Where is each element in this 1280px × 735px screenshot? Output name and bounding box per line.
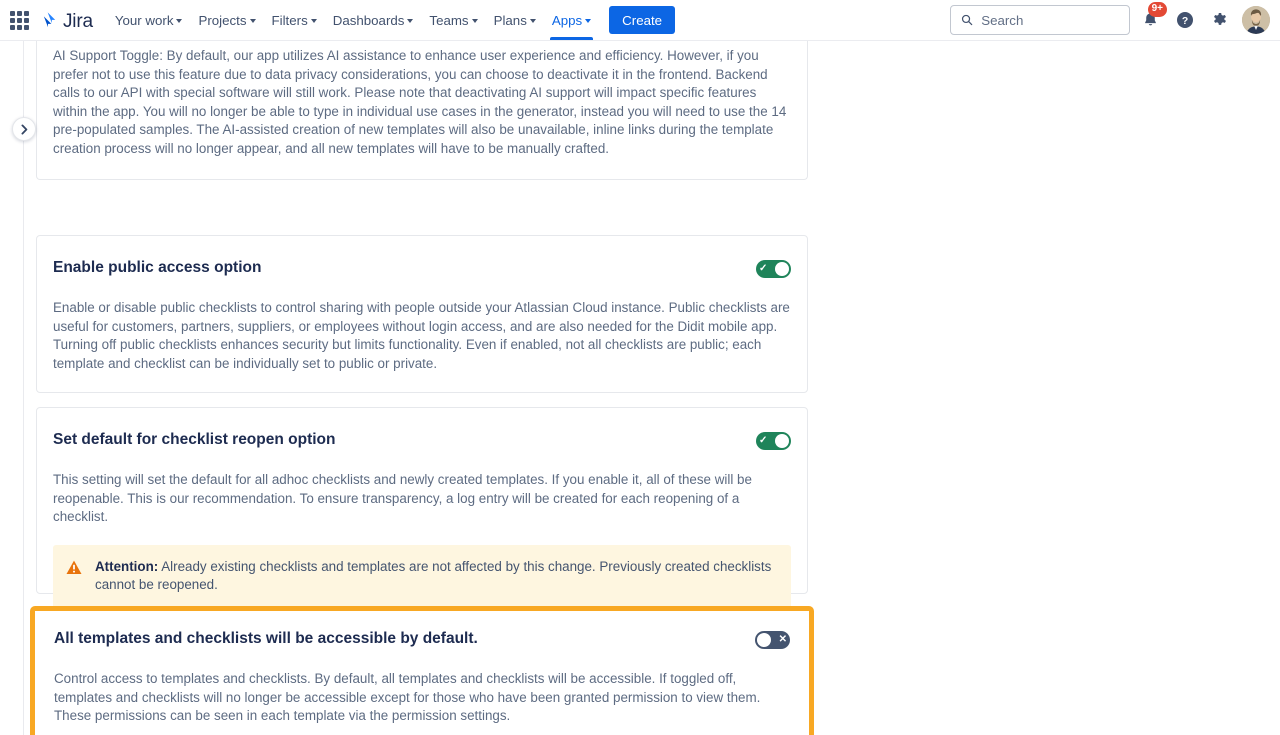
templates-accessible-toggle[interactable]: ✕: [755, 631, 790, 649]
setting-card-checklist-reopen-default: Set default for checklist reopen option …: [36, 407, 808, 609]
jira-home-logo[interactable]: Jira: [36, 10, 99, 31]
user-avatar[interactable]: [1242, 6, 1270, 34]
toggle-knob: [757, 633, 771, 647]
setting-card-enable-public-access: Enable public access option ✓ Enable or …: [36, 235, 808, 393]
jira-logo-icon: [43, 11, 56, 27]
jira-wordmark: Jira: [63, 10, 93, 32]
search-icon: [961, 14, 973, 26]
toggle-knob: [775, 434, 789, 448]
nav-item-projects[interactable]: Projects: [190, 0, 263, 40]
help-button[interactable]: ?: [1170, 5, 1200, 35]
setting-description: Enable or disable public checklists to c…: [53, 300, 790, 371]
search-input[interactable]: [981, 12, 1119, 28]
setting-card-templates-accessible-default: All templates and checklists will be acc…: [30, 606, 814, 735]
toggle-cross-glyph: ✕: [778, 634, 787, 645]
settings-button[interactable]: [1205, 5, 1235, 35]
nav-right-actions: 9+ ?: [950, 2, 1272, 35]
setting-description: This setting will set the default for al…: [53, 472, 752, 525]
nav-item-plans[interactable]: Plans: [486, 0, 544, 40]
notification-count-badge: 9+: [1147, 2, 1167, 17]
nav-item-teams[interactable]: Teams: [421, 0, 485, 40]
nav-item-label: Dashboards: [332, 12, 405, 28]
toggle-check-glyph: ✓: [759, 263, 768, 274]
collapsed-sidebar-rail: [0, 41, 24, 735]
chevron-down-icon: [529, 19, 536, 23]
enable-public-access-toggle[interactable]: ✓: [756, 260, 791, 278]
chevron-down-icon: [471, 19, 478, 23]
search-box[interactable]: [950, 5, 1130, 35]
nav-item-label: Teams: [429, 12, 469, 28]
setting-card-ai-support-toggle: AI Support Toggle: By default, our app u…: [36, 41, 808, 180]
active-tab-underline: [549, 37, 594, 40]
nav-item-your-work[interactable]: Your work: [107, 0, 191, 40]
chevron-down-icon: [585, 19, 592, 23]
settings-content-scroll-area[interactable]: AI Support Toggle: By default, our app u…: [25, 41, 1280, 735]
chevron-down-icon: [249, 19, 256, 23]
setting-title: Enable public access option: [53, 259, 262, 276]
chevron-down-icon: [310, 19, 317, 23]
notifications-button[interactable]: 9+: [1135, 2, 1167, 35]
nav-item-apps[interactable]: Apps: [544, 0, 599, 40]
primary-nav-items: Your work Projects Filters Dashboards Te…: [107, 0, 599, 40]
attention-body: Already existing checklists and template…: [95, 558, 772, 593]
nav-item-dashboards[interactable]: Dashboards: [325, 0, 422, 40]
gear-icon: [1214, 12, 1226, 25]
nav-item-label: Your work: [114, 12, 174, 28]
app-switcher-icon[interactable]: [6, 7, 32, 33]
nav-item-label: Filters: [271, 12, 308, 28]
avatar-photo: [1242, 6, 1270, 34]
svg-text:?: ?: [1182, 16, 1188, 27]
nav-item-label: Projects: [198, 12, 247, 28]
toggle-check-glyph: ✓: [759, 435, 768, 446]
top-navigation-bar: Jira Your work Projects Filters Dashboar…: [0, 0, 1280, 41]
toggle-knob: [775, 262, 789, 276]
sidebar-expand-button[interactable]: [12, 117, 36, 141]
nav-item-label: Apps: [551, 12, 583, 28]
nav-item-label: Plans: [493, 12, 527, 28]
help-circle-icon: ?: [1177, 12, 1193, 28]
attention-banner: Attention: Already existing checklists a…: [53, 544, 791, 609]
setting-title: Set default for checklist reopen option: [53, 431, 336, 448]
setting-card-header: All templates and checklists will be acc…: [54, 629, 790, 649]
create-button[interactable]: Create: [609, 6, 676, 34]
attention-text: Attention: Already existing checklists a…: [95, 558, 777, 595]
nav-item-filters[interactable]: Filters: [264, 0, 325, 40]
attention-label: Attention:: [95, 558, 159, 574]
setting-description: AI Support Toggle: By default, our app u…: [53, 48, 787, 156]
chevron-down-icon: [407, 19, 414, 23]
chevron-down-icon: [176, 19, 183, 23]
warning-triangle-icon: [66, 560, 82, 574]
setting-description: Control access to templates and checklis…: [54, 671, 761, 724]
setting-card-header: Enable public access option ✓: [53, 258, 791, 278]
checklist-reopen-toggle[interactable]: ✓: [756, 432, 791, 450]
setting-card-header: Set default for checklist reopen option …: [53, 430, 791, 450]
chevron-right-icon: [21, 124, 27, 134]
page-body: AI Support Toggle: By default, our app u…: [0, 41, 1280, 735]
setting-title: All templates and checklists will be acc…: [54, 630, 478, 647]
